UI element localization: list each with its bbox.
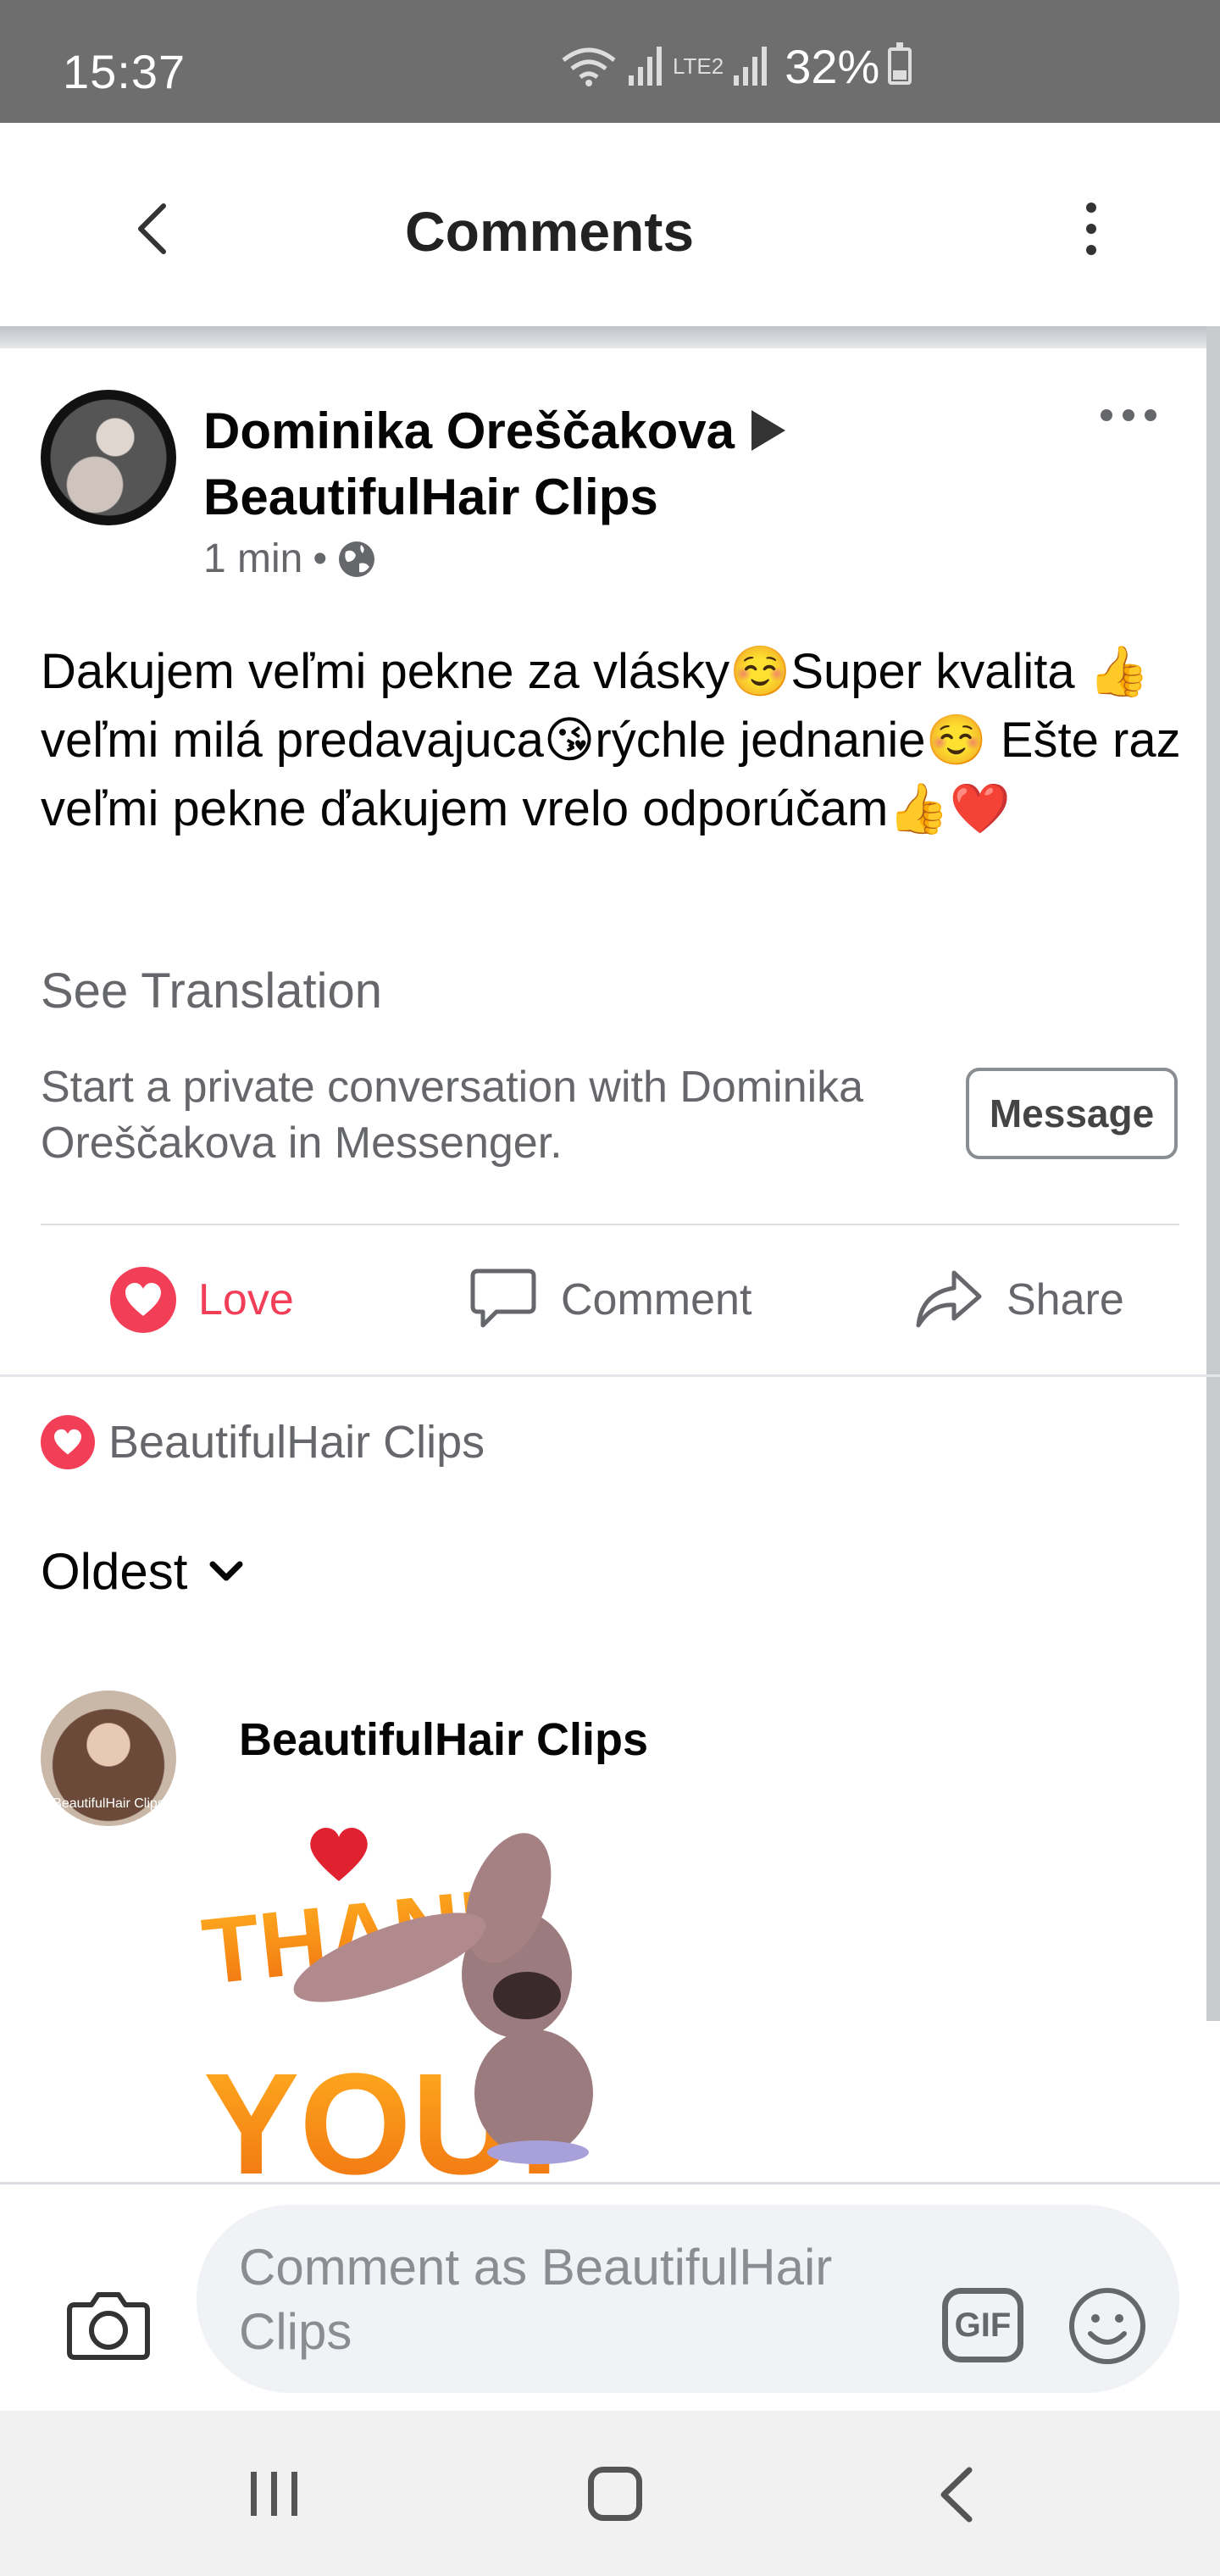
author-avatar[interactable] xyxy=(41,390,176,525)
comment-icon xyxy=(470,1269,536,1328)
status-bar: 15:37 LTE2 32% xyxy=(0,0,1220,123)
see-translation-link[interactable]: See Translation xyxy=(41,963,382,1019)
share-label: Share xyxy=(1006,1275,1124,1324)
share-button[interactable]: Share xyxy=(913,1225,1124,1374)
signal-icon xyxy=(629,47,662,86)
arrow-right-icon xyxy=(751,410,785,452)
heart-icon xyxy=(310,1827,368,1881)
love-reaction-icon xyxy=(41,1415,95,1469)
messenger-prompt: Start a private conversation with Domini… xyxy=(41,1063,864,1168)
meta-separator: • xyxy=(313,536,328,581)
page-title: Comments xyxy=(404,200,695,263)
sort-dropdown[interactable]: Oldest xyxy=(41,1542,245,1601)
recent-apps-icon[interactable] xyxy=(247,2470,302,2518)
signal-icon-2 xyxy=(734,47,768,86)
comment-button[interactable]: Comment xyxy=(468,1225,751,1374)
love-icon xyxy=(110,1267,176,1333)
divider xyxy=(0,1374,1220,1377)
emoji-icon[interactable] xyxy=(1068,2286,1147,2366)
comment-input[interactable]: Comment as BeautifulHair Clips GIF xyxy=(197,2205,1179,2393)
comment-composer: Comment as BeautifulHair Clips GIF xyxy=(0,2182,1220,2413)
post-target[interactable]: BeautifulHair Clips xyxy=(203,469,658,525)
action-bar: Love Comment Share xyxy=(0,1225,1220,1374)
gif-button[interactable]: GIF xyxy=(942,2288,1023,2362)
sort-label: Oldest xyxy=(41,1543,188,1600)
reaction-summary[interactable]: BeautifulHair Clips xyxy=(41,1415,485,1469)
more-options-icon[interactable] xyxy=(1076,199,1106,258)
post-author: Dominika Oreščakova BeautifulHair Clips xyxy=(203,398,785,530)
comment-placeholder: Comment as BeautifulHair Clips xyxy=(239,2239,833,2360)
app-header: Comments xyxy=(0,123,1220,326)
message-button[interactable]: Message xyxy=(966,1068,1178,1159)
post-time[interactable]: 1 min xyxy=(203,536,302,582)
status-icons: LTE2 32% xyxy=(559,39,912,93)
wifi-icon xyxy=(562,47,616,86)
reactor-name: BeautifulHair Clips xyxy=(108,1417,485,1468)
thank-you-sticker[interactable]: THANK YOU! xyxy=(195,1813,618,2182)
header-shadow xyxy=(0,326,1220,348)
battery-icon xyxy=(888,42,912,85)
system-nav-bar xyxy=(0,2411,1220,2576)
share-icon xyxy=(916,1270,982,1328)
commenter-name[interactable]: BeautifulHair Clips xyxy=(239,1713,648,1766)
post-more-icon[interactable] xyxy=(1098,398,1159,432)
chevron-down-icon xyxy=(209,1561,243,1580)
love-button[interactable]: Love xyxy=(110,1225,294,1374)
avatar-caption: BeautifulHair Clips xyxy=(53,1796,164,1811)
comment-label: Comment xyxy=(561,1275,752,1324)
camera-icon[interactable] xyxy=(66,2286,151,2362)
status-time: 15:37 xyxy=(63,45,186,98)
network-label: LTE2 xyxy=(673,53,724,79)
scrollbar[interactable] xyxy=(1206,326,1220,2021)
battery-percent: 32% xyxy=(785,39,880,93)
author-name[interactable]: Dominika Oreščakova xyxy=(203,402,735,459)
post-meta: 1 min • xyxy=(203,536,376,582)
home-icon[interactable] xyxy=(588,2467,642,2521)
nav-back-icon[interactable] xyxy=(935,2467,976,2523)
post-text: Dakujem veľmi pekne za vlásky☺️Super kva… xyxy=(41,644,1181,836)
love-label: Love xyxy=(198,1275,294,1324)
globe-icon xyxy=(339,541,375,577)
